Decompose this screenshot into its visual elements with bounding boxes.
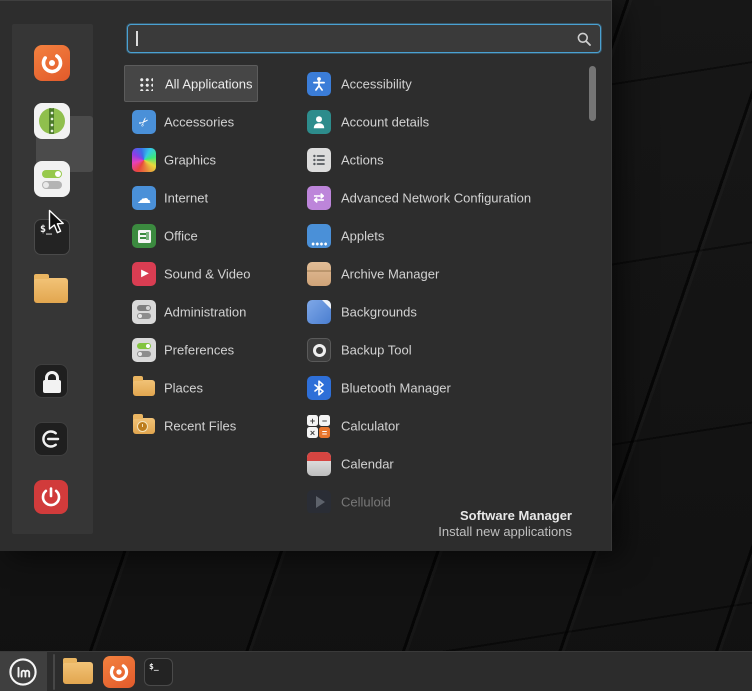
category-places[interactable]: Places: [124, 369, 284, 407]
app-advanced-network-configuration[interactable]: ⇄ Advanced Network Configuration: [300, 179, 588, 217]
firefox-icon: [34, 45, 70, 81]
lock-icon: [34, 364, 68, 398]
app-label: Accessibility: [341, 76, 412, 92]
hover-info: Software Manager Install new application…: [280, 508, 572, 540]
app-backup-tool[interactable]: Backup Tool: [300, 331, 588, 369]
app-label: Actions: [341, 152, 384, 168]
text-caret: [136, 31, 138, 46]
backup-ring-icon: [307, 338, 331, 362]
app-calendar[interactable]: Calendar: [300, 445, 588, 483]
category-label: Accessories: [164, 114, 235, 130]
category-graphics[interactable]: Graphics: [124, 141, 284, 179]
category-label: Recent Files: [164, 418, 237, 434]
places-folder-icon: [132, 376, 156, 400]
favorite-files-button[interactable]: [34, 274, 70, 314]
app-label: Calendar: [341, 456, 394, 472]
app-actions[interactable]: Actions: [300, 141, 588, 179]
accessibility-icon: [307, 72, 331, 96]
preferences-toggles-icon: [132, 338, 156, 362]
app-label: Archive Manager: [341, 266, 440, 282]
hover-info-title: Software Manager: [460, 508, 572, 523]
recent-files-icon: [132, 414, 156, 438]
category-label: All Applications: [165, 76, 253, 91]
category-all-applications[interactable]: All Applications: [124, 65, 258, 102]
archive-box-icon: [307, 262, 331, 286]
category-label: Sound & Video: [164, 266, 251, 282]
logout-icon: [34, 422, 68, 456]
app-archive-manager[interactable]: Archive Manager: [300, 255, 588, 293]
color-wheel-icon: [132, 148, 156, 172]
search-icon: [576, 31, 592, 52]
application-list: Accessibility Account details Actions ⇄ …: [300, 65, 588, 513]
mint-menu-popup: $_ All Applications ✂ Accessories Graphi…: [0, 0, 612, 551]
calendar-icon: [307, 452, 331, 476]
app-label: Backup Tool: [341, 342, 412, 358]
app-label: Applets: [341, 228, 385, 244]
taskbar-firefox-button[interactable]: [103, 656, 135, 688]
calculator-icon: + − × =: [307, 414, 331, 438]
favorite-firefox-button[interactable]: [34, 45, 70, 81]
app-bluetooth-manager[interactable]: Bluetooth Manager: [300, 369, 588, 407]
user-icon: [307, 110, 331, 134]
software-manager-icon: [34, 103, 70, 139]
shutdown-button[interactable]: [34, 480, 70, 516]
menu-button[interactable]: [0, 652, 47, 691]
taskbar-files-button[interactable]: [63, 658, 93, 684]
category-label: Internet: [164, 190, 209, 206]
desktop: $_ All Applications ✂ Accessories Graphi…: [0, 0, 752, 691]
applets-icon: [307, 224, 331, 248]
list-icon: [307, 148, 331, 172]
category-label: Preferences: [164, 342, 235, 358]
category-label: Places: [164, 380, 204, 396]
favorite-system-settings-button[interactable]: [34, 161, 70, 197]
category-sound-video[interactable]: ▶ Sound & Video: [124, 255, 284, 293]
scissors-icon: ✂: [132, 110, 156, 134]
mint-logo-icon: [8, 657, 38, 691]
category-accessories[interactable]: ✂ Accessories: [124, 103, 284, 141]
search-input[interactable]: [142, 25, 572, 52]
taskbar: $_: [0, 651, 752, 691]
lock-screen-button[interactable]: [34, 364, 70, 400]
app-label: Account details: [341, 114, 430, 130]
category-label: Administration: [164, 304, 247, 320]
wallpaper-icon: [307, 300, 331, 324]
app-backgrounds[interactable]: Backgrounds: [300, 293, 588, 331]
files-folder-icon: [34, 274, 68, 303]
panel-divider: [53, 654, 55, 690]
app-label: Calculator: [341, 418, 400, 434]
cloud-icon: ☁: [132, 186, 156, 210]
app-label: Backgrounds: [341, 304, 417, 320]
category-office[interactable]: Office: [124, 217, 284, 255]
app-label: Advanced Network Configuration: [341, 190, 532, 206]
category-label: Office: [164, 228, 198, 244]
search-box: [127, 24, 601, 53]
play-icon: ▶: [132, 262, 156, 286]
app-calculator[interactable]: + − × = Calculator: [300, 407, 588, 445]
document-icon: [132, 224, 156, 248]
app-applets[interactable]: Applets: [300, 217, 588, 255]
system-settings-icon: [34, 161, 70, 197]
category-recent-files[interactable]: Recent Files: [124, 407, 284, 445]
arrows-exchange-icon: ⇄: [307, 186, 331, 210]
category-administration[interactable]: Administration: [124, 293, 284, 331]
category-preferences[interactable]: Preferences: [124, 331, 284, 369]
category-label: Graphics: [164, 152, 217, 168]
bluetooth-icon: [307, 376, 331, 400]
favorite-software-manager-button[interactable]: [34, 103, 70, 139]
power-icon: [34, 480, 68, 514]
logout-button[interactable]: [34, 422, 70, 458]
hover-info-subtitle: Install new applications: [438, 524, 572, 539]
mouse-pointer: [48, 209, 68, 242]
app-label: Bluetooth Manager: [341, 380, 451, 396]
app-accessibility[interactable]: Accessibility: [300, 65, 588, 103]
scrollbar[interactable]: [589, 66, 596, 121]
app-account-details[interactable]: Account details: [300, 103, 588, 141]
admin-toggles-icon: [132, 300, 156, 324]
all-applications-grid-icon: [133, 72, 157, 96]
category-internet[interactable]: ☁ Internet: [124, 179, 284, 217]
taskbar-terminal-button[interactable]: $_: [144, 658, 173, 686]
